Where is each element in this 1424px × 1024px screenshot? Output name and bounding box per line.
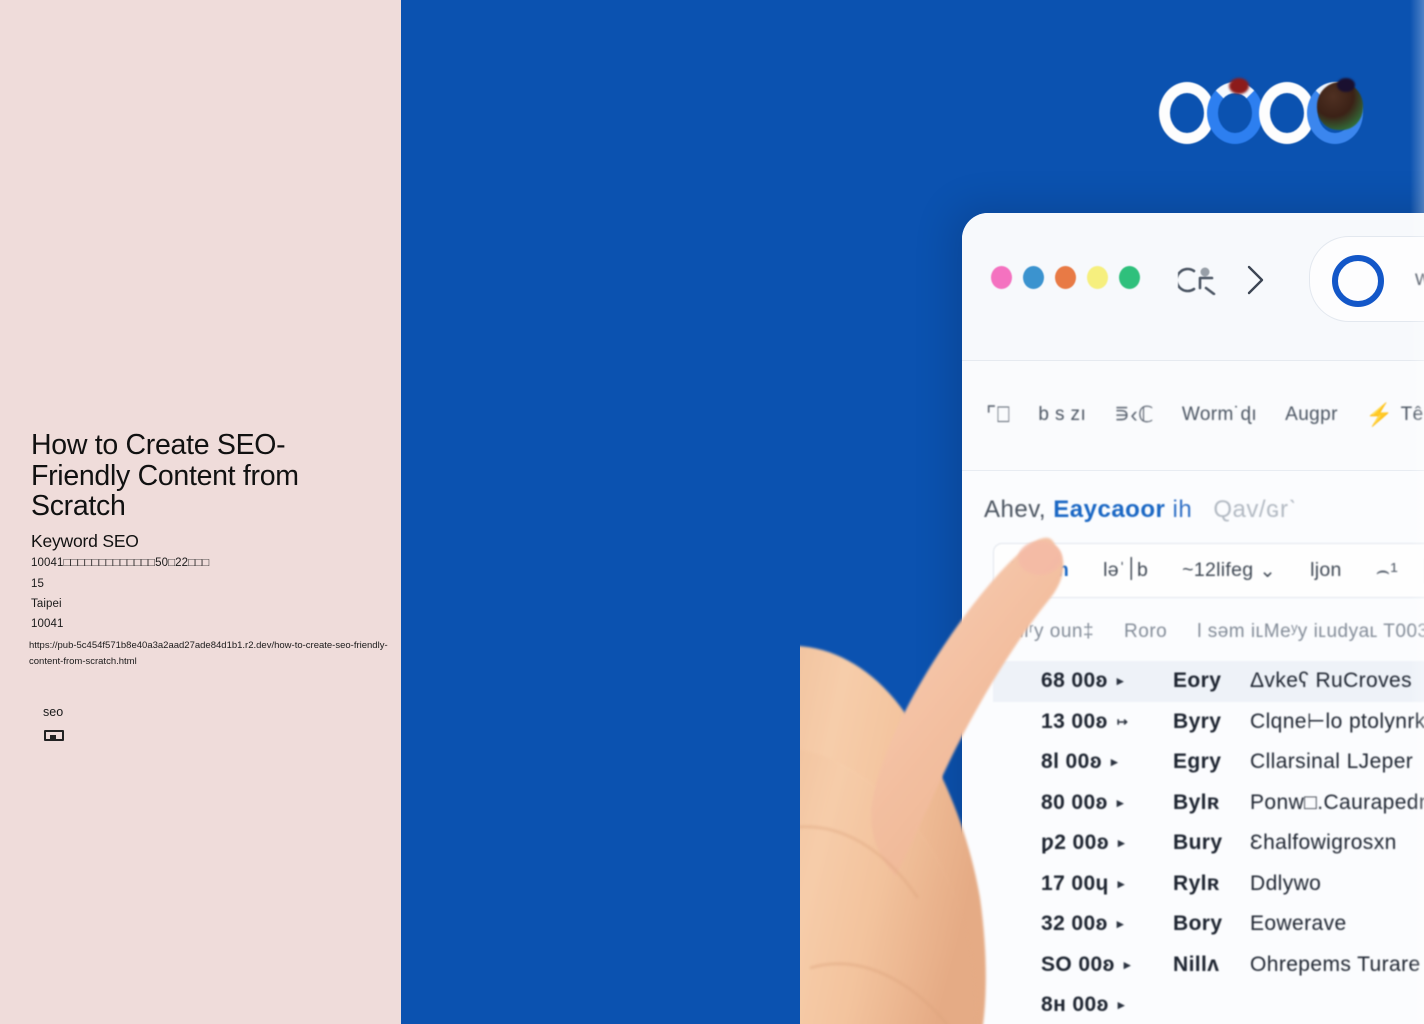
filter-item-1[interactable]: ~12lifeg ⌄ [1165, 559, 1293, 583]
toolbar-item-0[interactable]: ⌜⎕ [986, 402, 1010, 428]
trend-arrow-icon: ▸ [1111, 754, 1118, 770]
dot-yellow-icon[interactable] [1087, 266, 1108, 289]
cell-keyword: Ohrepems Turare [1250, 952, 1421, 976]
cell-keyword: Clqne⊢lo ptolynrke [1250, 710, 1424, 734]
browser-toolbar: ⌜⎕ b s zı ⋾‹ℂ Worm˙ɖı Augpr ⚡ Tê Tigeıvˋ… [962, 361, 1424, 471]
filter-item-0[interactable]: lǝˈ׀b [1086, 559, 1165, 582]
section-heading-highlight: Eaycaoor [1053, 496, 1166, 523]
cell-keyword: Cllarsinal LJeper [1250, 750, 1414, 774]
toolbar-item-5[interactable]: ⚡ Tê [1366, 402, 1424, 428]
four-ring-logo [1159, 78, 1363, 150]
article-url[interactable]: https://pub-5c454f571b8e40a3a2aad27ade84… [29, 638, 389, 670]
flash-icon: ⚡ [1365, 401, 1394, 427]
trend-arrow-icon: ▸ [1116, 916, 1124, 932]
logo-blob-dark-icon [1337, 78, 1355, 92]
cell-keyword: Ddlywo [1250, 871, 1322, 895]
window-controls [991, 266, 1140, 289]
cell-keyword: Ponw□.Caurapednth [1250, 790, 1424, 814]
trend-arrow-icon: ▸ [1123, 956, 1131, 972]
cell-group: Bylʀ [1173, 790, 1220, 814]
column-header-2[interactable]: l sǝm iʟMeʸy iʟudyaʟ T003 b ʕ [1197, 621, 1424, 643]
toolbar-item-1[interactable]: b s zı [1038, 404, 1086, 426]
trend-arrow-icon: ▸ [1118, 835, 1125, 851]
overview-icon: ⋾‹ℂ [1114, 401, 1154, 427]
street-number: 15 [31, 578, 44, 590]
chevron-down-icon: ⌄ [1259, 559, 1277, 582]
dot-blue-icon[interactable] [1023, 266, 1044, 289]
loading-ring-icon [1332, 255, 1384, 307]
filter-item-2[interactable]: ljon [1293, 559, 1359, 582]
trend-arrow-icon: ▸ [1116, 673, 1124, 689]
toolbar-item-4[interactable]: Augpr [1285, 404, 1338, 426]
toolbar-item-3[interactable]: Worm˙ɖı [1182, 404, 1257, 426]
cell-group: Egry [1173, 750, 1222, 774]
address-bar-value: Wnind Sproiech Qvsarroking ’rnats Qàtl ·… [1415, 265, 1424, 295]
trend-arrow-icon: ▸ [1116, 794, 1124, 810]
toolbar-item-5-label: Tê [1400, 403, 1424, 425]
cell-group: Rylʀ [1173, 871, 1220, 895]
section-heading-suffix: ih [1172, 496, 1193, 523]
cell-group: Nillʌ [1173, 952, 1220, 976]
dot-orange-icon[interactable] [1055, 266, 1076, 289]
dot-pink-icon[interactable] [991, 266, 1012, 289]
city-name: Taipei [31, 598, 62, 610]
toolbar-item-2[interactable]: ⋾‹ℂ [1114, 402, 1154, 428]
page-title: How to Create SEO-Friendly Content from … [31, 429, 299, 522]
address-bar[interactable]: Wnind Sproiech Qvsarroking ’rnats Qàtl ·… [1309, 236, 1424, 322]
postal-code: 10041 [31, 618, 64, 630]
cell-group: Eory [1173, 669, 1222, 693]
trend-arrow-icon: ▸ [1117, 875, 1125, 891]
keyword-label: Keyword SEO [31, 531, 139, 551]
badge-glyph-icon [44, 730, 64, 741]
logo-blob-red-icon [1229, 78, 1249, 94]
cell-group: Bory [1173, 912, 1223, 936]
table-column-headers: Hlʳy oun‡ Roro l sǝm iʟMeʸy iʟudyaʟ T003… [1010, 621, 1424, 643]
blue-backdrop: Wnind Sproiech Qvsarroking ’rnats Qàtl ·… [401, 0, 1424, 1024]
trend-arrow-icon: ↦ [1116, 713, 1129, 729]
cart-icon: ⌢¹ [1375, 557, 1399, 583]
section-heading-muted: Qav/ɢrˋ [1213, 496, 1297, 523]
browser-chrome: Wnind Sproiech Qvsarroking ’rnats Qàtl ·… [962, 213, 1424, 361]
forward-chevron-icon[interactable] [1242, 263, 1268, 297]
hero-composite: How to Create SEO-Friendly Content from … [0, 0, 1424, 1024]
back-icon[interactable] [1175, 265, 1220, 296]
app-grid-icon: ⌜⎕ [986, 401, 1011, 427]
trend-arrow-icon: ▸ [1117, 997, 1125, 1013]
pointing-hand-photo [800, 498, 1070, 1024]
cell-keyword: Δvkeʕ RuCroves [1250, 669, 1413, 693]
filter-item-1-label: ~12lifeg [1182, 559, 1254, 581]
cell-group: Bury [1173, 831, 1223, 855]
seo-tag-label: seo [43, 705, 64, 719]
address-line: 10041□□□□□□□□□□□□□50□22□□□ [31, 557, 210, 569]
dot-green-icon[interactable] [1119, 266, 1140, 289]
filter-cart-icon-wrap[interactable]: ⌢¹ [1359, 558, 1415, 584]
article-info-panel: How to Create SEO-Friendly Content from … [0, 0, 401, 1024]
cell-keyword: Eowerave [1250, 912, 1347, 936]
cell-keyword: Ɛhalfowigrosxn [1250, 831, 1397, 855]
cell-group: Byry [1173, 709, 1222, 733]
column-header-1[interactable]: Roro [1124, 621, 1167, 643]
